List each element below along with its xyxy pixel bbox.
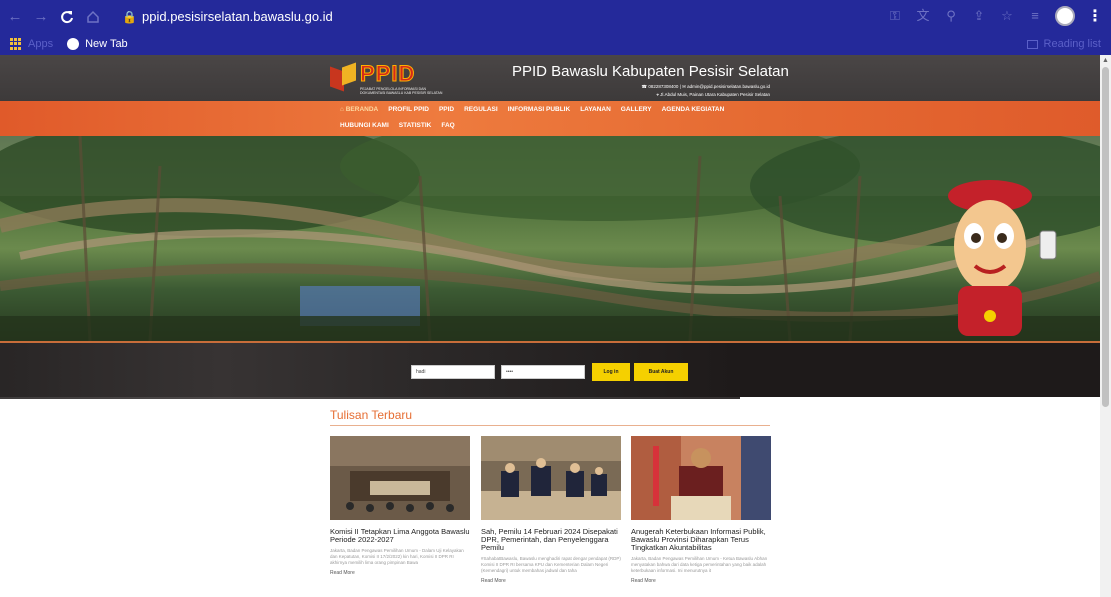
url-text: ppid.pesisirselatan.bawaslu.go.id: [142, 9, 333, 24]
news-excerpt: Jakarta, Badan Pengawas Pemilihan Umum -…: [631, 556, 768, 573]
news-title[interactable]: Anugerah Keterbukaan Informasi Publik, B…: [631, 528, 771, 552]
news-title[interactable]: Sah, Pemilu 14 Februari 2024 Disepakati …: [481, 528, 621, 552]
hero-banner: [0, 136, 1100, 341]
back-button[interactable]: ←: [4, 6, 26, 28]
address-bar[interactable]: 🔒 ppid.pesisirselatan.bawaslu.go.id: [116, 5, 886, 29]
site-logo[interactable]: PPID PEJABAT PENGELOLA INFORMASI DAN DOK…: [330, 61, 450, 95]
newtab-bookmark[interactable]: New Tab: [85, 38, 128, 50]
main-menu: ⌂ BERANDA PROFIL PPID PPID REGULASI INFO…: [0, 101, 1100, 136]
reload-button[interactable]: [56, 6, 78, 28]
reading-list-icon: [1026, 39, 1038, 49]
apps-icon[interactable]: [10, 38, 22, 50]
reading-list[interactable]: Reading list: [1026, 38, 1101, 50]
login-bar: hadi •••• Log in Buat Akun: [0, 341, 1100, 399]
read-more-link[interactable]: Read More: [481, 578, 621, 584]
password-input[interactable]: ••••: [501, 365, 585, 379]
logo-subtitle: PEJABAT PENGELOLA INFORMASI DAN DOKUMENT…: [360, 87, 443, 95]
menu-item-gallery[interactable]: GALLERY: [621, 106, 652, 113]
news-card[interactable]: Sah, Pemilu 14 Februari 2024 Disepakati …: [481, 436, 621, 584]
apps-bookmark[interactable]: Apps: [28, 38, 53, 50]
address-info: ⌖ Jl.Abdul Muis, Painan Utara Kabupaten …: [656, 92, 770, 97]
logo-mark-icon: [330, 62, 356, 93]
news-card[interactable]: Anugerah Keterbukaan Informasi Publik, B…: [631, 436, 771, 584]
news-excerpt: Jakarta, Badan Pengawas Pemilihan Umum -…: [330, 548, 464, 565]
menu-item-ppid[interactable]: PPID: [439, 106, 454, 113]
news-image[interactable]: [631, 436, 771, 520]
menu-item-agenda-kegiatan[interactable]: AGENDA KEGIATAN: [662, 106, 725, 113]
reload-icon: [61, 10, 73, 23]
username-input[interactable]: hadi: [411, 365, 495, 379]
read-more-link[interactable]: Read More: [330, 570, 470, 576]
section-divider: [330, 425, 770, 426]
site-title: PPID Bawaslu Kabupaten Pesisir Selatan: [512, 63, 789, 80]
menu-item-faq[interactable]: FAQ: [441, 122, 454, 129]
logo-text: PPID: [359, 61, 416, 86]
site-header: PPID PEJABAT PENGELOLA INFORMASI DAN DOK…: [0, 55, 1100, 101]
scrollbar[interactable]: ▲: [1100, 55, 1111, 597]
news-excerpt: #SahabatBawaslu, Bawaslu menghadiri rapa…: [481, 556, 621, 573]
scroll-thumb[interactable]: [1102, 67, 1109, 407]
menu-item-regulasi[interactable]: REGULASI: [464, 106, 498, 113]
menu-item-profil-ppid[interactable]: PROFIL PPID: [388, 106, 429, 113]
speech-image: [631, 436, 771, 520]
menu-item-layanan[interactable]: LAYANAN: [580, 106, 611, 113]
key-icon[interactable]: ⚿: [887, 8, 903, 24]
bookmarks-bar: Apps New Tab Reading list: [0, 33, 1111, 55]
profile-avatar[interactable]: [1055, 6, 1075, 26]
newtab-icon: [67, 38, 80, 50]
news-image[interactable]: [481, 436, 621, 520]
news-title[interactable]: Komisi II Tetapkan Lima Anggota Bawaslu …: [330, 528, 470, 544]
menu-item-beranda[interactable]: ⌂ BERANDA: [340, 106, 378, 113]
menu-item-informasi-publik[interactable]: INFORMASI PUBLIK: [508, 106, 570, 113]
menu-icon[interactable]: ⋮: [1087, 6, 1103, 26]
page-viewport: PPID PEJABAT PENGELOLA INFORMASI DAN DOK…: [0, 55, 1100, 597]
star-icon[interactable]: ☆: [999, 8, 1015, 24]
news-card[interactable]: Komisi II Tetapkan Lima Anggota Bawaslu …: [330, 436, 470, 576]
hearing-image: [481, 436, 621, 520]
browser-toolbar: ← → 🔒 ppid.pesisirselatan.bawaslu.go.id …: [0, 0, 1111, 33]
scroll-up-icon[interactable]: ▲: [1102, 57, 1109, 64]
section-title: Tulisan Terbaru: [330, 408, 413, 422]
home-icon: [87, 10, 99, 23]
reading-mode-icon[interactable]: ≡: [1027, 8, 1043, 24]
contact-info: ☎ 082287308400 | ✉ admin@ppid.pesisirsel…: [641, 84, 770, 89]
menu-item-hubungi-kami[interactable]: HUBUNGI KAMI: [340, 122, 389, 129]
login-button[interactable]: Log in: [592, 363, 630, 381]
register-button[interactable]: Buat Akun: [634, 363, 688, 381]
share-icon[interactable]: ⇪: [971, 8, 987, 24]
read-more-link[interactable]: Read More: [631, 578, 771, 584]
meeting-room-image: [330, 436, 470, 520]
forward-button[interactable]: →: [30, 6, 52, 28]
translate-icon[interactable]: 文: [915, 8, 931, 24]
news-image[interactable]: [330, 436, 470, 520]
menu-item-statistik[interactable]: STATISTIK: [399, 122, 432, 129]
jungle-banner-image: [0, 136, 1100, 341]
lock-icon: 🔒: [122, 9, 137, 24]
home-button[interactable]: [82, 6, 104, 28]
zoom-icon[interactable]: ⚲: [943, 8, 959, 24]
reading-list-label: Reading list: [1043, 38, 1101, 50]
